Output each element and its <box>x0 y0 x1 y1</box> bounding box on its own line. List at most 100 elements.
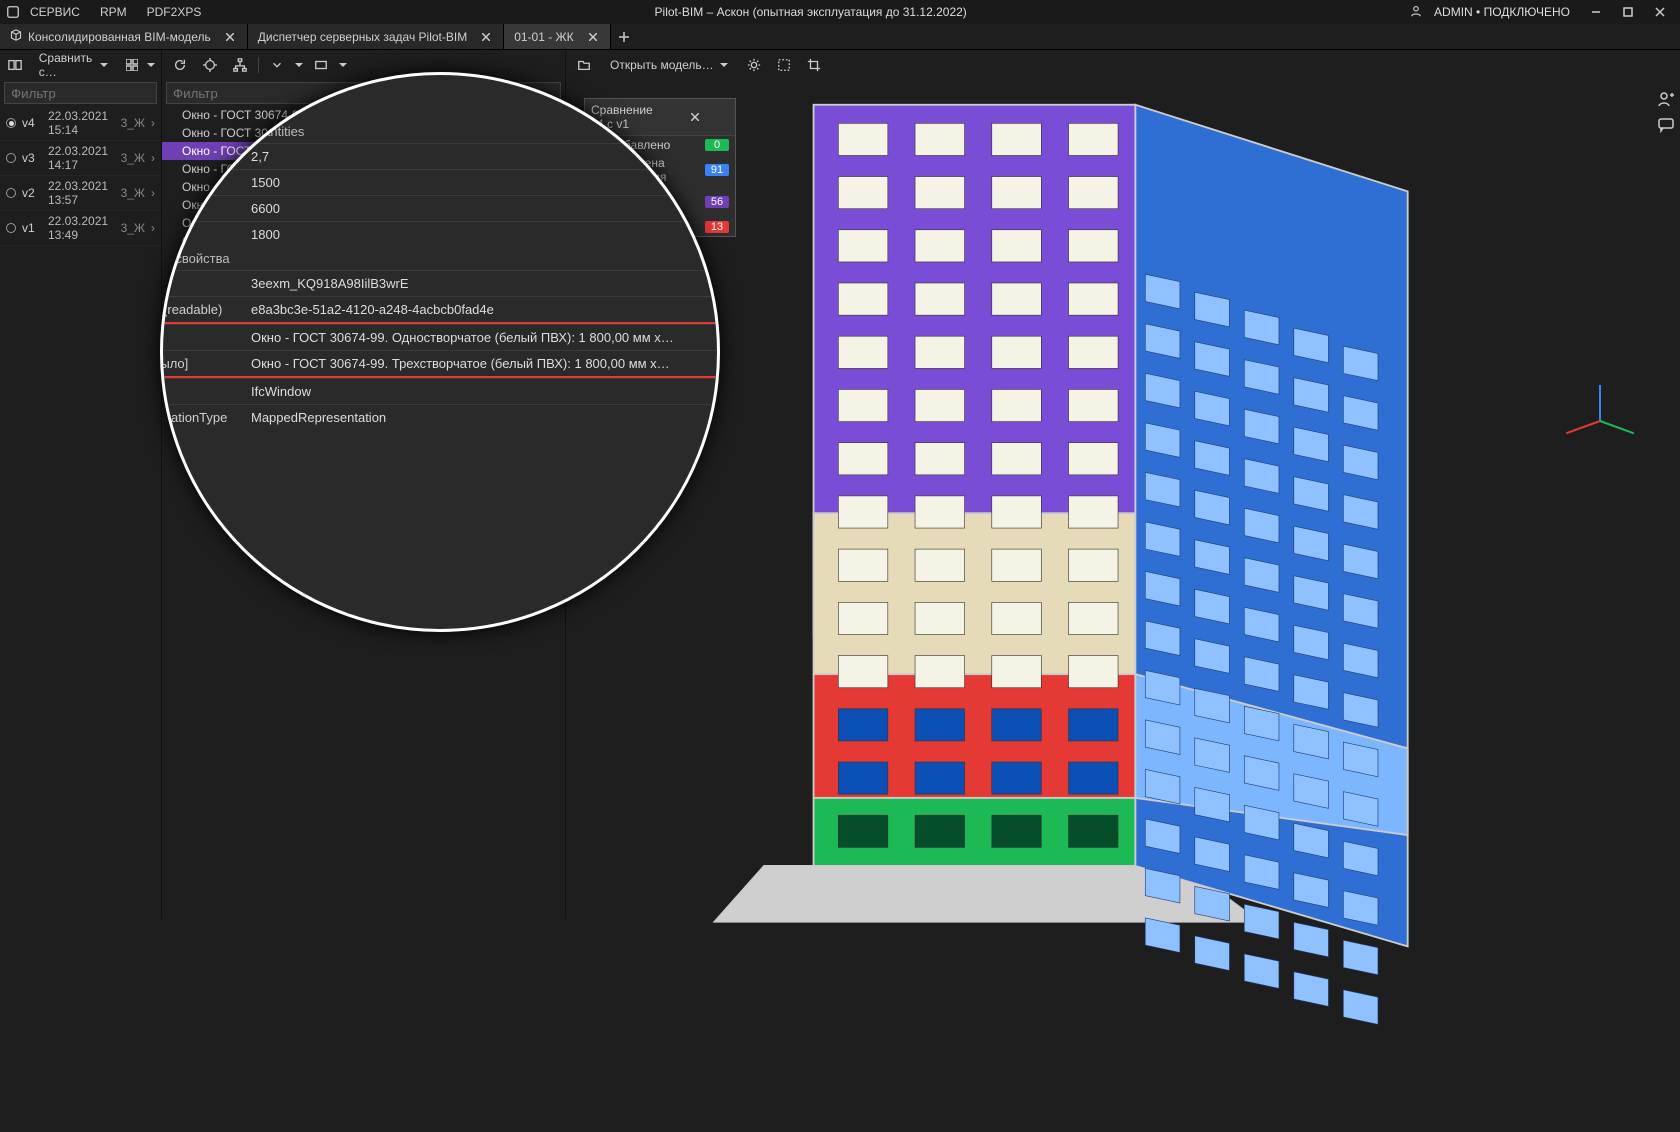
expand-icon[interactable] <box>265 53 289 77</box>
axis-y <box>1600 420 1635 434</box>
chevron-down-icon <box>147 63 155 67</box>
compare-dropdown[interactable]: Сравнить с… <box>31 51 116 79</box>
hierarchy-icon[interactable] <box>228 53 252 77</box>
axis-z <box>1599 385 1601 421</box>
filter-versions-input[interactable] <box>4 82 157 104</box>
version-timestamp: 22.03.2021 14:17 <box>48 144 115 172</box>
locate-icon[interactable] <box>198 53 222 77</box>
prop-value: 2,7 <box>245 149 720 164</box>
prop-key: GlobalId (readable) <box>160 302 245 317</box>
open-model-label: Открыть модель… <box>610 58 714 72</box>
menu-rpm[interactable]: RPM <box>90 5 137 19</box>
prop-key: Type <box>160 384 245 399</box>
user-icon <box>1410 5 1422 20</box>
prop-key: Name <box>160 330 245 345</box>
prop-key: Height <box>160 175 245 190</box>
version-name: v4 <box>22 116 42 130</box>
group-element-info[interactable]: …ementInformation <box>160 74 720 97</box>
crop-icon[interactable] <box>802 53 826 77</box>
compare-icon[interactable] <box>6 53 25 77</box>
chevron-right-icon[interactable]: › <box>151 151 155 165</box>
tab-label: 01-01 - ЖК <box>514 30 573 44</box>
compare-label: Сравнить с… <box>39 51 94 79</box>
prop-value: Окно - ГОСТ 30674-99. Трехстворчатое (бе… <box>245 356 720 371</box>
prop-key: Width <box>160 227 245 242</box>
prop-value: 3eexm_KQ918A98IilB3wrE <box>245 276 720 291</box>
chevron-down-icon <box>100 63 108 67</box>
prop-value: MappedRepresentation <box>245 410 720 425</box>
version-tag: 3_Ж <box>121 151 145 165</box>
chevron-right-icon[interactable]: › <box>151 116 155 130</box>
radio-icon[interactable] <box>6 223 16 233</box>
prop-row: GlobalId (readable)e8a3bc3e-51a2-4120-a2… <box>160 296 720 322</box>
properties-magnifier: Значение …ementInformation …setWindowCom… <box>160 72 720 632</box>
prop-row: NameОкно - ГОСТ 30674-99. Одностворчатое… <box>160 324 720 350</box>
window-minimize-icon[interactable] <box>1582 2 1610 22</box>
prop-value: IfcWindow <box>245 384 720 399</box>
select-box-icon[interactable] <box>772 53 796 77</box>
prop-value: e8a3bc3e-51a2-4120-a248-4acbcb0fad4e <box>245 302 720 317</box>
rect-icon[interactable] <box>309 53 333 77</box>
prop-truncated: Repres… <box>160 451 720 468</box>
tab-label: Консолидированная BIM-модель <box>28 30 211 44</box>
viewer[interactable]: Сравнение v4 c v1 ✓ Добавлено 0 ✓ Измене… <box>566 80 1680 919</box>
version-row[interactable]: v3 22.03.2021 14:17 3_Ж › <box>0 141 161 176</box>
chevron-right-icon[interactable]: › <box>151 186 155 200</box>
user-status[interactable]: ADMIN • ПОДКЛЮЧЕНО <box>1426 5 1578 19</box>
group-window-base-qty[interactable]: QtoWindowBaseQuantities <box>160 120 720 143</box>
menu-service[interactable]: СЕРВИС <box>20 5 90 19</box>
axis-gizmo[interactable] <box>1560 380 1640 460</box>
prop-value: Окно - ГОСТ 30674-99. Одностворчатое (бе… <box>245 330 720 345</box>
prop-key: Area <box>160 149 245 164</box>
version-row[interactable]: v4 22.03.2021 15:14 3_Ж › <box>0 106 161 141</box>
open-model-icon[interactable] <box>572 53 596 77</box>
group-common-props[interactable]: Общие свойства <box>160 247 720 270</box>
version-row[interactable]: v2 22.03.2021 13:57 3_Ж › <box>0 176 161 211</box>
cube-icon <box>10 29 22 44</box>
group-window-common[interactable]: …setWindowCommon <box>160 97 720 120</box>
version-timestamp: 22.03.2021 15:14 <box>48 109 115 137</box>
prop-row: Name [было]Окно - ГОСТ 30674-99. Трехств… <box>160 350 720 376</box>
window-close-icon[interactable] <box>1646 2 1674 22</box>
menu-pdf2xps[interactable]: PDF2XPS <box>137 5 212 19</box>
radio-icon[interactable] <box>6 118 16 128</box>
chevron-right-icon[interactable]: › <box>151 221 155 235</box>
close-icon[interactable] <box>223 30 237 44</box>
close-icon[interactable] <box>586 30 600 44</box>
chevron-down-icon <box>295 63 303 67</box>
tab-project[interactable]: 01-01 - ЖК <box>504 24 610 49</box>
prop-row: RepresentationTypeMappedRepresentation <box>160 404 720 430</box>
radio-icon[interactable] <box>6 188 16 198</box>
chat-icon[interactable] <box>1657 116 1675 134</box>
version-name: v2 <box>22 186 42 200</box>
person-add-icon[interactable] <box>1657 90 1675 108</box>
prop-row: Width1800 <box>160 221 720 247</box>
radio-icon[interactable] <box>6 153 16 163</box>
prop-value: 6600 <box>245 201 720 216</box>
axis-x <box>1566 420 1601 434</box>
prop-value: 1500 <box>245 175 720 190</box>
gear-icon[interactable] <box>742 53 766 77</box>
right-sidebar <box>1652 80 1680 134</box>
refresh-icon[interactable] <box>168 53 192 77</box>
tab-dispatcher[interactable]: Диспетчер серверных задач Pilot-BIM <box>248 24 504 49</box>
window-maximize-icon[interactable] <box>1614 2 1642 22</box>
close-icon[interactable] <box>479 30 493 44</box>
grid-icon[interactable] <box>122 53 141 77</box>
prop-value: 1800 <box>245 227 720 242</box>
prop-key: Name [было] <box>160 356 245 371</box>
app-title: Pilot-BIM – Аскон (опытная эксплуатация … <box>211 5 1410 19</box>
prop-truncated: Ty… <box>160 430 720 451</box>
version-row[interactable]: v1 22.03.2021 13:49 3_Ж › <box>0 211 161 246</box>
version-timestamp: 22.03.2021 13:57 <box>48 179 115 207</box>
versions-panel: v4 22.03.2021 15:14 3_Ж › v3 22.03.2021 … <box>0 80 162 919</box>
tab-bim-model[interactable]: Консолидированная BIM-модель <box>0 24 248 49</box>
prop-row: Height1500 <box>160 169 720 195</box>
chevron-down-icon <box>339 63 347 67</box>
prop-key: RepresentationType <box>160 410 245 425</box>
version-tag: 3_Ж <box>121 221 145 235</box>
prop-row: Area2,7 <box>160 143 720 169</box>
prop-key: Perimeter <box>160 201 245 216</box>
open-model-dropdown[interactable]: Открыть модель… <box>602 58 736 72</box>
tab-add-button[interactable] <box>611 24 637 49</box>
